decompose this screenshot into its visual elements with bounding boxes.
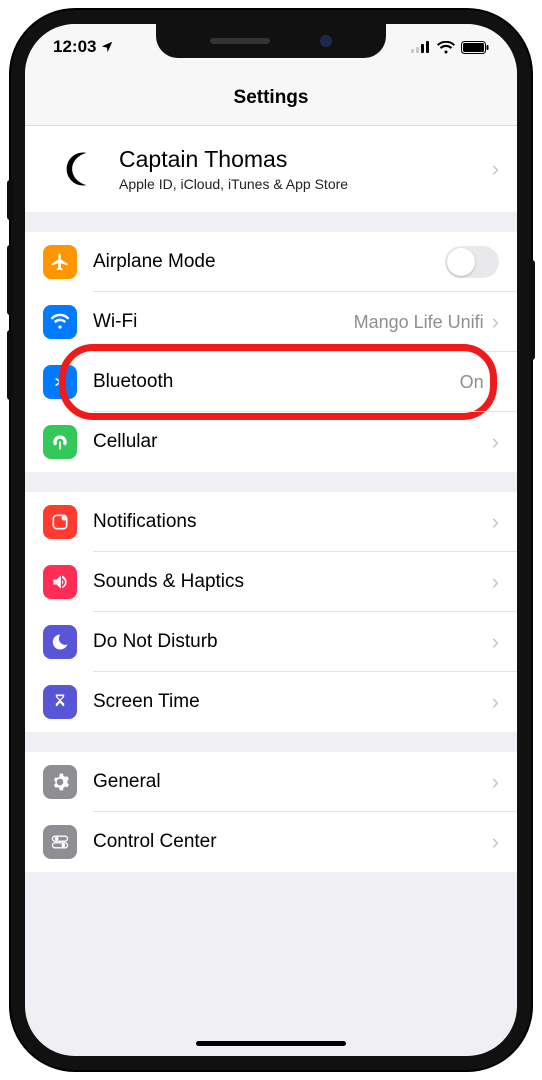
airplane-mode-toggle[interactable] — [445, 246, 499, 278]
wifi-label: Wi-Fi — [93, 311, 354, 333]
notifications-row[interactable]: Notifications › — [25, 492, 517, 552]
notifications-icon — [43, 505, 77, 539]
status-time: 12:03 — [53, 37, 96, 57]
cellular-label: Cellular — [93, 431, 492, 453]
wifi-detail: Mango Life Unifi — [354, 312, 484, 333]
apple-id-row[interactable]: Captain Thomas Apple ID, iCloud, iTunes … — [25, 126, 517, 212]
battery-icon — [461, 41, 489, 54]
attention-group: Notifications › Sounds & Haptics › Do No… — [25, 492, 517, 732]
bluetooth-detail: On — [460, 372, 484, 393]
chevron-right-icon: › — [492, 429, 499, 455]
general-group: General › Control Center › — [25, 752, 517, 872]
moon-icon — [43, 625, 77, 659]
volume-up-button — [7, 245, 13, 315]
gear-icon — [43, 765, 77, 799]
wifi-row[interactable]: Wi-Fi Mango Life Unifi › — [25, 292, 517, 352]
sounds-label: Sounds & Haptics — [93, 571, 492, 593]
chevron-right-icon: › — [492, 156, 499, 182]
page-title: Settings — [234, 87, 309, 109]
bluetooth-icon — [43, 365, 77, 399]
profile-subtitle: Apple ID, iCloud, iTunes & App Store — [119, 176, 492, 192]
chevron-right-icon: › — [492, 829, 499, 855]
control-center-row[interactable]: Control Center › — [25, 812, 517, 872]
cellular-signal-icon — [411, 41, 431, 53]
chevron-right-icon: › — [492, 309, 499, 335]
dnd-label: Do Not Disturb — [93, 631, 492, 653]
connectivity-group: Airplane Mode Wi-Fi Mango Life Unifi › B… — [25, 232, 517, 472]
airplane-icon — [43, 245, 77, 279]
location-icon — [100, 40, 114, 54]
sounds-row[interactable]: Sounds & Haptics › — [25, 552, 517, 612]
chevron-right-icon: › — [492, 509, 499, 535]
airplane-mode-label: Airplane Mode — [93, 251, 445, 273]
general-label: General — [93, 771, 492, 793]
notch — [156, 24, 386, 58]
chevron-right-icon: › — [492, 629, 499, 655]
hourglass-icon — [43, 685, 77, 719]
general-row[interactable]: General › — [25, 752, 517, 812]
airplane-mode-row[interactable]: Airplane Mode — [25, 232, 517, 292]
chevron-right-icon: › — [492, 369, 499, 395]
bluetooth-row[interactable]: Bluetooth On › — [25, 352, 517, 412]
mute-switch — [7, 180, 13, 220]
phone-frame: 12:03 — [11, 10, 531, 1070]
chevron-right-icon: › — [492, 689, 499, 715]
wifi-settings-icon — [43, 305, 77, 339]
cellular-icon — [43, 425, 77, 459]
page-header: Settings — [25, 70, 517, 126]
chevron-right-icon: › — [492, 769, 499, 795]
avatar — [43, 138, 105, 200]
moon-avatar-icon — [52, 147, 96, 191]
profile-name: Captain Thomas — [119, 146, 492, 174]
screentime-row[interactable]: Screen Time › — [25, 672, 517, 732]
control-center-label: Control Center — [93, 831, 492, 853]
notifications-label: Notifications — [93, 511, 492, 533]
screen: 12:03 — [25, 24, 517, 1056]
bluetooth-label: Bluetooth — [93, 371, 460, 393]
wifi-icon — [437, 41, 455, 54]
home-indicator[interactable] — [196, 1041, 346, 1046]
power-button — [529, 260, 535, 360]
cellular-row[interactable]: Cellular › — [25, 412, 517, 472]
profile-group: Captain Thomas Apple ID, iCloud, iTunes … — [25, 126, 517, 212]
sounds-icon — [43, 565, 77, 599]
chevron-right-icon: › — [492, 569, 499, 595]
screentime-label: Screen Time — [93, 691, 492, 713]
volume-down-button — [7, 330, 13, 400]
dnd-row[interactable]: Do Not Disturb › — [25, 612, 517, 672]
toggles-icon — [43, 825, 77, 859]
